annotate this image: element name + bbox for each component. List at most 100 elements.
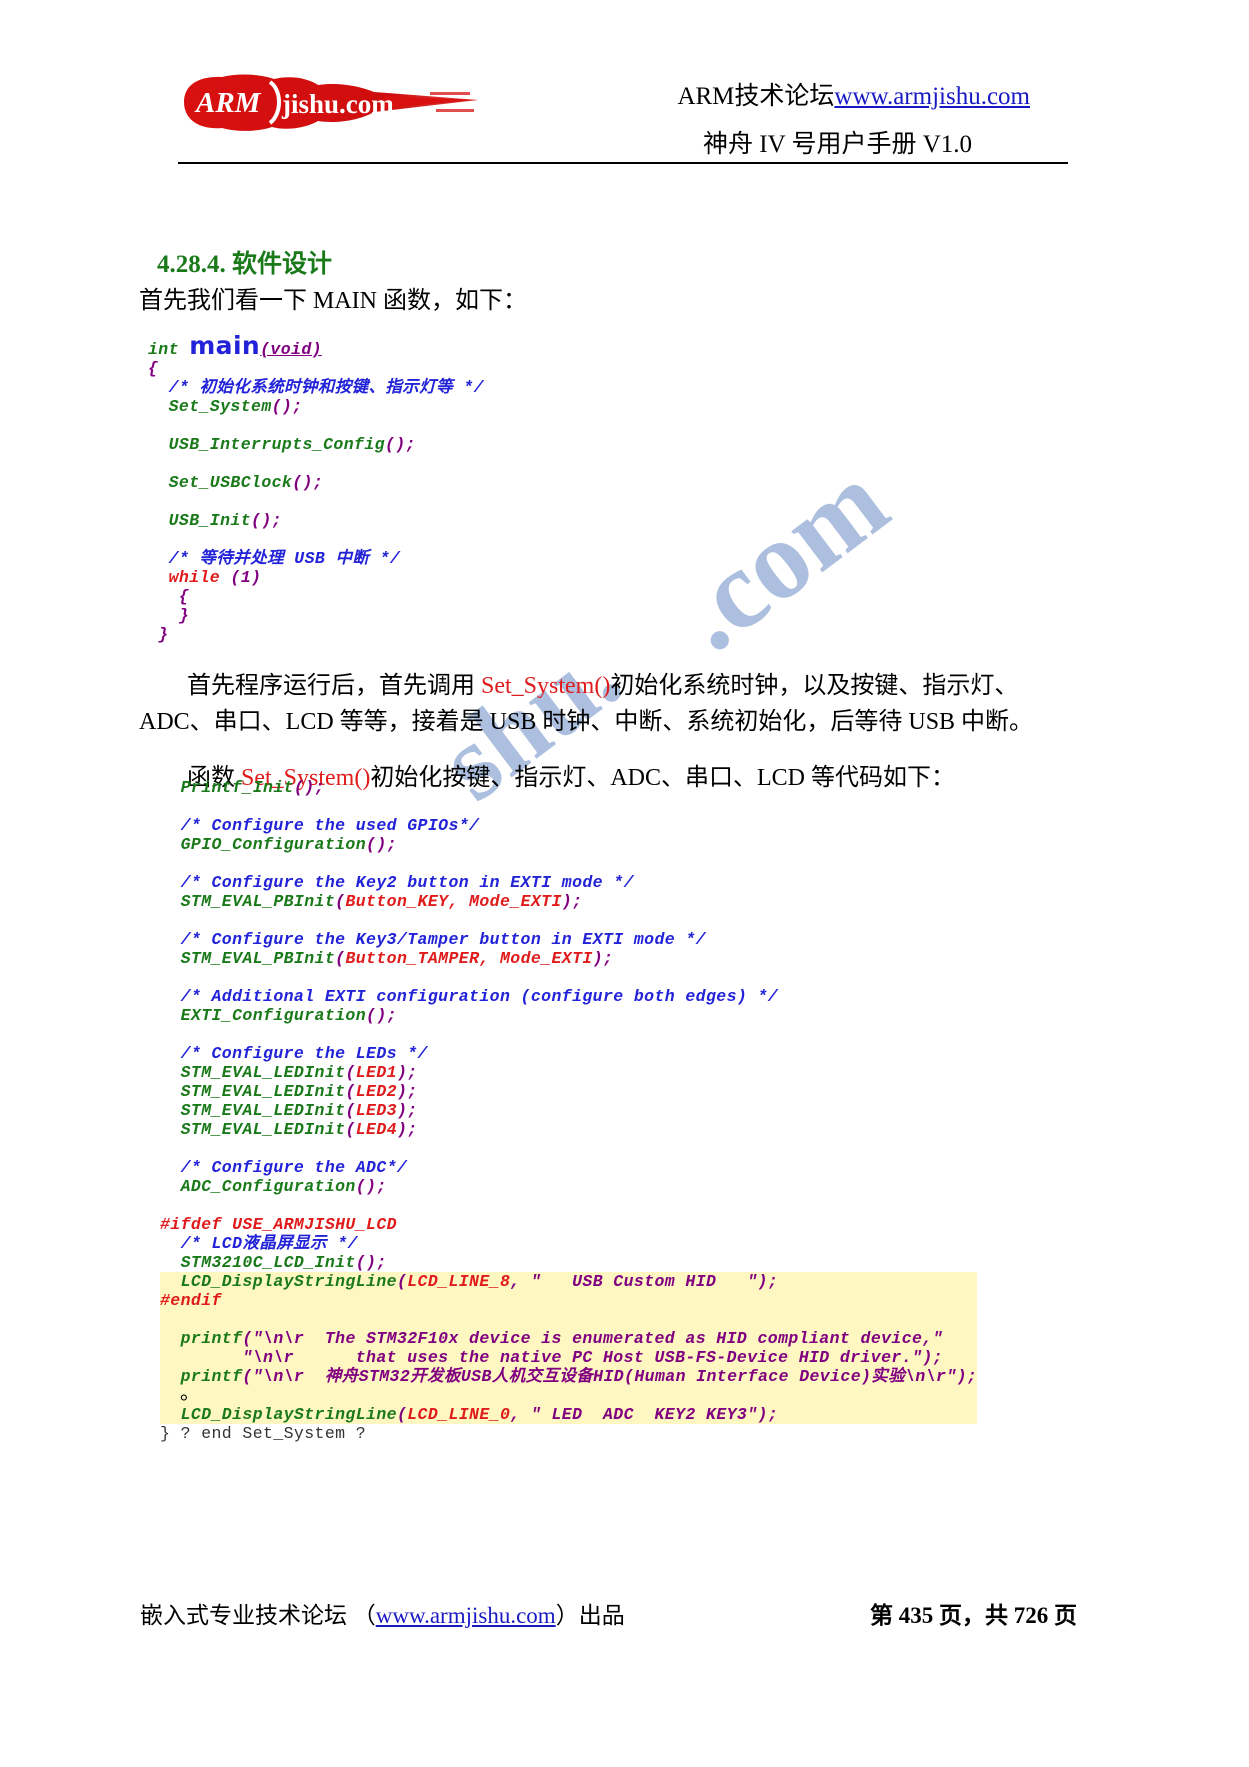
code-token: (void) [260, 340, 322, 359]
code-token: ADC_Configuration [160, 1177, 356, 1196]
code-token: STM_EVAL_LEDInit [160, 1082, 346, 1101]
document-page: shu. .com ARM jishu.com ARM技术论坛www.armji… [0, 0, 1249, 1767]
code-line: { [148, 359, 484, 378]
code-token: ); [592, 949, 614, 968]
code-line: EXTI_Configuration(); [160, 1006, 977, 1025]
code-line: #endif [160, 1291, 978, 1310]
code-line: Set_USBClock(); [148, 473, 484, 492]
code-token: LCD_DisplayStringLine [160, 1405, 397, 1424]
code-token: ); [396, 1082, 418, 1101]
code-token: Button_TAMPER, Mode_EXTI [345, 949, 593, 968]
code-token: ( [396, 1405, 408, 1424]
code-line: "\n\r that uses the native PC Host USB-F… [160, 1348, 978, 1367]
code-token: } [148, 606, 190, 625]
code-line: STM3210C_LCD_Init(); [160, 1253, 977, 1272]
code-token: ( [335, 892, 346, 911]
svg-text:jishu.com: jishu.com [281, 89, 394, 119]
code-token: /* 等待并处理 USB 中断 */ [148, 549, 401, 568]
code-token: { [148, 587, 190, 606]
code-line: { [148, 587, 484, 606]
code-line: /* Configure the Key3/Tamper button in E… [160, 930, 977, 949]
code-token: Button_KEY, Mode_EXTI [345, 892, 562, 911]
code-token: , " USB Custom HID "); [510, 1272, 779, 1291]
code-line: Printf_Init(); [160, 778, 977, 797]
code-token: (); [292, 473, 324, 492]
code-token: while [148, 568, 221, 587]
code-token: GPIO_Configuration [160, 835, 367, 854]
code-line: } [148, 606, 484, 625]
code-token: 神舟STM32开发板USB人机交互设备HID(Human Interface D… [324, 1367, 906, 1386]
code-line [160, 1386, 978, 1405]
code-token: printf [160, 1329, 243, 1348]
code-token: LCD_DisplayStringLine [160, 1272, 397, 1291]
code-token: (); [293, 778, 325, 797]
page-header: ARM jishu.com ARM技术论坛www.armjishu.com 神舟… [0, 0, 1249, 172]
code-line: STM_EVAL_LEDInit(LED1); [160, 1063, 977, 1082]
code-line: /* LCD液晶屏显示 */ [160, 1234, 977, 1253]
code-token: #ifdef USE_ARMJISHU_LCD [160, 1215, 397, 1234]
code-token: Set_USBClock [148, 473, 293, 492]
header-forum-line: ARM技术论坛www.armjishu.com [600, 76, 1030, 112]
code-token: (); [251, 511, 282, 530]
svg-text:ARM: ARM [194, 87, 262, 119]
body-p1-call: Set_System() [481, 673, 611, 699]
code-token: STM_EVAL_LEDInit [160, 1101, 346, 1120]
code-token: ); [396, 1063, 418, 1082]
code-token: #endif [160, 1291, 222, 1310]
watermark-text-2: .com [653, 438, 910, 675]
code-token: (); [271, 397, 303, 416]
code-block-main: int main(void){ /* 初始化系统时钟和按键、指示灯等 */ Se… [148, 333, 484, 644]
code-token: STM3210C_LCD_Init [160, 1253, 356, 1272]
code-token: ("\n\r [242, 1367, 325, 1386]
code-line: GPIO_Configuration(); [160, 835, 977, 854]
trailing-mark: 。 [180, 1382, 200, 1404]
code-line: /* Configure the used GPIOs*/ [160, 816, 977, 835]
code-token: STM_EVAL_PBInit [160, 949, 336, 968]
code-line: /* Configure the Key2 button in EXTI mod… [160, 873, 977, 892]
code-token: /* LCD液晶屏显示 */ [160, 1234, 358, 1253]
code-token: STM_EVAL_LEDInit [160, 1063, 346, 1082]
code-line: int main(void) [148, 333, 484, 359]
code-token: (); [355, 1253, 387, 1272]
footer-site-link[interactable]: www.armjishu.com [376, 1603, 556, 1628]
code-token: (); [384, 435, 416, 454]
code-token: ( [345, 1120, 356, 1139]
code-line: /* 等待并处理 USB 中断 */ [148, 549, 484, 568]
code-token: ); [561, 892, 583, 911]
code-token: printf [160, 1367, 243, 1386]
code-token: /* Configure the ADC*/ [160, 1158, 408, 1177]
code-line: printf("\n\r The STM32F10x device is enu… [160, 1329, 978, 1348]
footer-credit-suffix: ）出品 [555, 1603, 625, 1628]
code-token: LED1 [355, 1063, 397, 1082]
code-token: (); [366, 835, 397, 854]
intro-paragraph: 首先我们看一下 MAIN 函数，如下： [139, 288, 527, 314]
code-token: LED3 [355, 1101, 397, 1120]
code-line: LCD_DisplayStringLine(LCD_LINE_0, " LED … [160, 1405, 978, 1424]
body-p1-a: 首先程序运行后，首先调用 [187, 673, 481, 699]
code-token: { [148, 359, 159, 378]
code-token: LED4 [355, 1120, 397, 1139]
header-site-link[interactable]: www.armjishu.com [834, 83, 1030, 110]
code-token: ( [345, 1082, 356, 1101]
code-token: "\n\r that uses the native PC Host USB-F… [160, 1348, 943, 1367]
code-line: STM_EVAL_PBInit(Button_KEY, Mode_EXTI); [160, 892, 977, 911]
code-token: (); [355, 1177, 387, 1196]
code-line: } [148, 625, 484, 644]
code-line: STM_EVAL_PBInit(Button_TAMPER, Mode_EXTI… [160, 949, 977, 968]
code-token: /* Configure the Key2 button in EXTI mod… [160, 873, 634, 892]
code-token: Printf_Init [160, 778, 294, 797]
code-line: /* 初始化系统时钟和按键、指示灯等 */ [148, 378, 484, 397]
code-token: /* 初始化系统时钟和按键、指示灯等 */ [148, 378, 484, 397]
code-token: LCD_LINE_0 [407, 1405, 511, 1424]
code-token: ( [345, 1063, 356, 1082]
body-paragraph-1: 首先程序运行后，首先调用 Set_System()初始化系统时钟，以及按键、指示… [139, 668, 1039, 740]
code-token: ); [396, 1120, 418, 1139]
code-token: ( [335, 949, 346, 968]
